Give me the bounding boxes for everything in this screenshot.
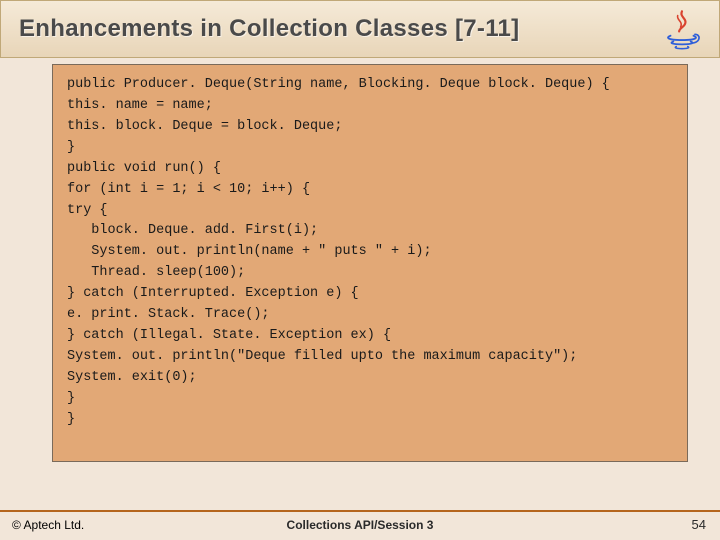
session-label: Collections API/Session 3 (287, 518, 434, 532)
code-line: this. name = name; (67, 96, 673, 117)
code-line: try { (67, 201, 673, 222)
code-line: Thread. sleep(100); (67, 263, 673, 284)
code-line: block. Deque. add. First(i); (67, 221, 673, 242)
copyright-text: © Aptech Ltd. (12, 518, 84, 532)
page-number: 54 (692, 517, 706, 532)
code-line: } catch (Interrupted. Exception e) { (67, 284, 673, 305)
slide-title: Enhancements in Collection Classes [7-11… (19, 15, 519, 43)
divider (0, 510, 720, 512)
code-line: e. print. Stack. Trace(); (67, 305, 673, 326)
code-line: public void run() { (67, 159, 673, 180)
code-line: System. out. println(name + " puts " + i… (67, 242, 673, 263)
code-line: public Producer. Deque(String name, Bloc… (67, 75, 673, 96)
code-line: this. block. Deque = block. Deque; (67, 117, 673, 138)
slide-header: Enhancements in Collection Classes [7-11… (0, 0, 720, 58)
code-line: } (67, 389, 673, 410)
code-line: } (67, 410, 673, 431)
code-line: } catch (Illegal. State. Exception ex) { (67, 326, 673, 347)
java-logo-icon (659, 7, 705, 53)
code-line: } (67, 138, 673, 159)
code-line: for (int i = 1; i < 10; i++) { (67, 180, 673, 201)
code-line: System. out. println("Deque filled upto … (67, 347, 673, 368)
code-line: System. exit(0); (67, 368, 673, 389)
code-block: public Producer. Deque(String name, Bloc… (52, 64, 688, 462)
